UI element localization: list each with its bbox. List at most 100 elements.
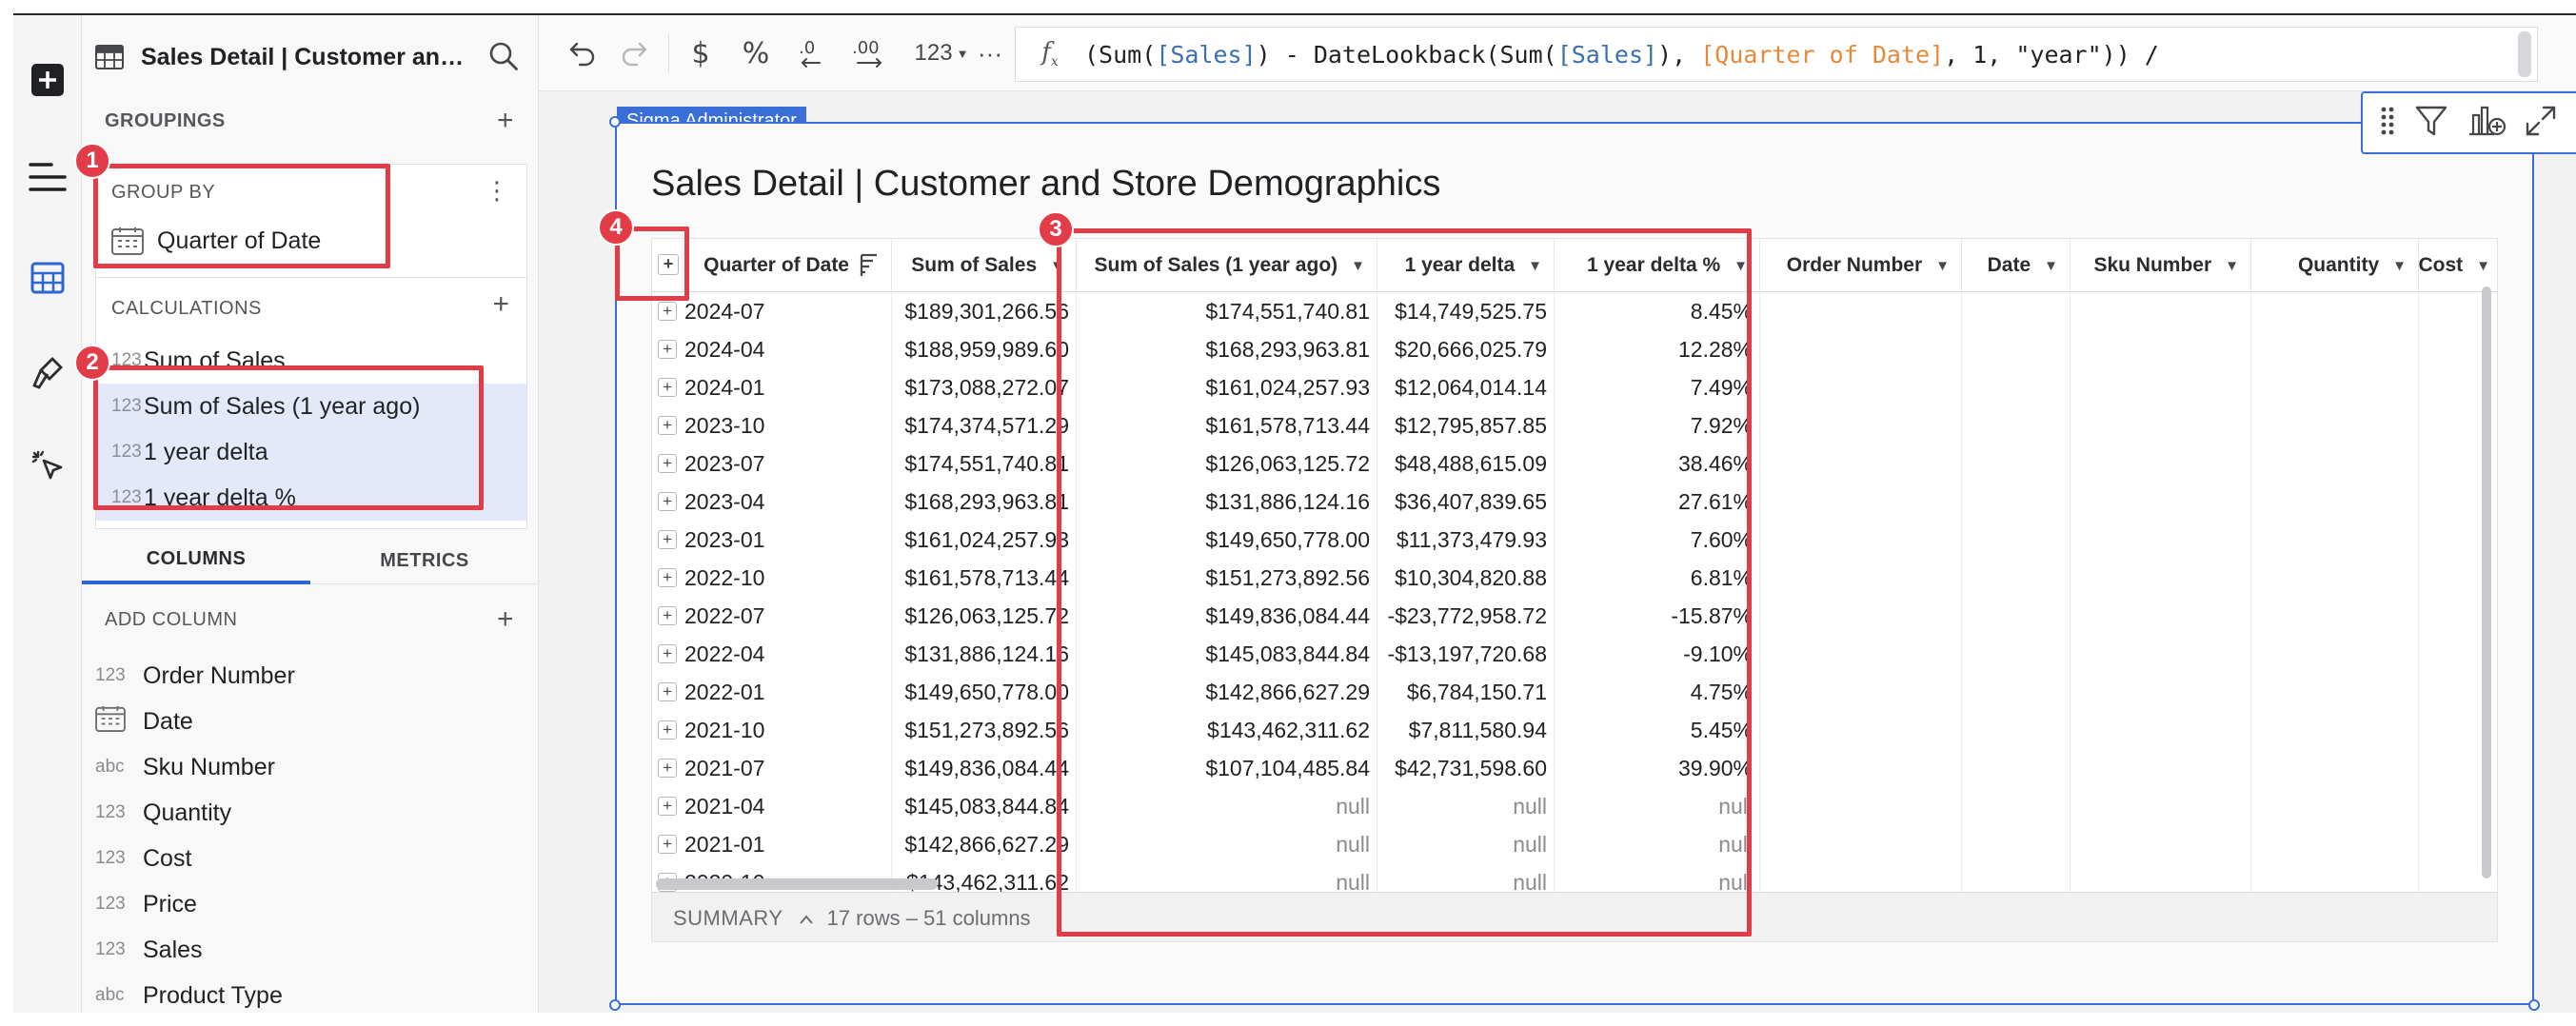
- drag-handle-icon[interactable]: [2379, 105, 2396, 142]
- more-format-options-icon[interactable]: ···: [973, 32, 1007, 74]
- column-item-order-number[interactable]: 123 Order Number: [95, 653, 514, 699]
- column-item-cost[interactable]: 123 Cost: [95, 836, 514, 881]
- expand-row-button[interactable]: +: [658, 416, 677, 435]
- expand-row-button[interactable]: +: [658, 378, 677, 397]
- table-cell[interactable]: $173,088,272.07: [892, 368, 1077, 406]
- column-item-sales[interactable]: 123 Sales: [95, 927, 514, 973]
- add-calculation-button[interactable]: +: [492, 290, 509, 319]
- table-cell[interactable]: $161,578,713.44: [892, 559, 1077, 597]
- expand-row-button[interactable]: +: [658, 797, 677, 816]
- table-cell[interactable]: $151,273,892.56: [892, 711, 1077, 749]
- chevron-up-icon[interactable]: [799, 906, 814, 931]
- column-item-quantity[interactable]: 123 Quantity: [95, 790, 514, 836]
- expand-row-button[interactable]: +: [658, 720, 677, 740]
- filter-icon[interactable]: [2414, 104, 2448, 143]
- number-format-dropdown[interactable]: 123 ▼: [908, 32, 975, 74]
- table-cell[interactable]: $131,886,124.16: [892, 635, 1077, 673]
- table-cell[interactable]: $145,083,844.84: [892, 787, 1077, 825]
- column-header[interactable]: Quantity ▼: [2251, 239, 2419, 292]
- expand-row-button[interactable]: +: [658, 568, 677, 587]
- formula-input[interactable]: (Sum([Sales]) - DateLookback(Sum([Sales]…: [1084, 41, 2159, 69]
- toolbar-divider: [668, 34, 669, 72]
- formula-scrollbar[interactable]: [2518, 31, 2531, 77]
- outline-menu-icon[interactable]: [23, 152, 72, 202]
- resize-handle[interactable]: [609, 999, 621, 1011]
- table-cell[interactable]: 2021-01: [684, 825, 892, 863]
- more-options-icon[interactable]: ⋮: [485, 178, 509, 203]
- table-cell[interactable]: 2022-01: [684, 673, 892, 711]
- actions-cursor-icon[interactable]: [23, 442, 72, 491]
- table-cell[interactable]: $174,551,740.81: [892, 444, 1077, 483]
- column-item-product-type[interactable]: abc Product Type: [95, 973, 514, 1013]
- column-header[interactable]: Cost ▼: [2418, 239, 2497, 292]
- column-header[interactable]: Order Number ▼: [1760, 239, 1962, 292]
- table-cell[interactable]: 2021-10: [684, 711, 892, 749]
- column-item-sku-number[interactable]: abc Sku Number: [95, 744, 514, 790]
- currency-format-button[interactable]: $: [682, 32, 720, 74]
- table-cell[interactable]: 2024-07: [684, 292, 892, 330]
- table-cell[interactable]: 2024-04: [684, 330, 892, 368]
- table-cell[interactable]: 2023-10: [684, 406, 892, 444]
- format-brush-icon[interactable]: [23, 348, 72, 398]
- table-cell[interactable]: $149,836,084.44: [892, 749, 1077, 787]
- resize-handle[interactable]: [609, 116, 621, 128]
- column-menu-chevron-icon[interactable]: ▼: [1935, 258, 1950, 274]
- table-cell[interactable]: $188,959,989.60: [892, 330, 1077, 368]
- redo-icon[interactable]: [615, 32, 653, 74]
- increase-decimals-icon[interactable]: .00: [845, 32, 899, 74]
- add-grouping-button[interactable]: +: [497, 107, 514, 135]
- expand-row-button[interactable]: +: [658, 759, 677, 778]
- add-column-button[interactable]: +: [497, 605, 514, 634]
- vertical-scrollbar[interactable]: [2482, 286, 2491, 878]
- table-cell[interactable]: 2022-10: [684, 559, 892, 597]
- table-cell[interactable]: $189,301,266.56: [892, 292, 1077, 330]
- expand-row-button[interactable]: +: [658, 340, 677, 359]
- tab-columns[interactable]: COLUMNS: [82, 537, 310, 584]
- add-chart-icon[interactable]: [2467, 104, 2507, 143]
- expand-row-button[interactable]: +: [658, 302, 677, 321]
- table-icon[interactable]: [23, 253, 72, 303]
- decrease-decimals-icon[interactable]: .0: [790, 32, 838, 74]
- column-header[interactable]: Sku Number ▼: [2071, 239, 2251, 292]
- undo-icon[interactable]: [564, 32, 602, 74]
- table-cell[interactable]: 2024-01: [684, 368, 892, 406]
- table-cell[interactable]: 2021-04: [684, 787, 892, 825]
- expand-row-button[interactable]: +: [658, 644, 677, 663]
- table-cell[interactable]: 2023-01: [684, 521, 892, 559]
- element-title[interactable]: Sales Detail | Customer and Store Demogr…: [651, 164, 1440, 205]
- column-menu-chevron-icon[interactable]: ▼: [2225, 258, 2239, 274]
- horizontal-scrollbar[interactable]: [656, 878, 938, 890]
- table-cell[interactable]: $161,024,257.93: [892, 521, 1077, 559]
- column-menu-chevron-icon[interactable]: ▼: [2392, 258, 2407, 274]
- table-cell[interactable]: $126,063,125.72: [892, 597, 1077, 635]
- table-cell[interactable]: $149,650,778.00: [892, 673, 1077, 711]
- sort-icon[interactable]: [859, 253, 880, 278]
- column-menu-chevron-icon[interactable]: ▼: [2044, 258, 2058, 274]
- column-item-date[interactable]: Date: [95, 699, 514, 744]
- table-cell[interactable]: 2023-04: [684, 483, 892, 521]
- table-cell[interactable]: 2021-07: [684, 749, 892, 787]
- expand-row-button[interactable]: +: [658, 606, 677, 625]
- column-menu-chevron-icon[interactable]: ▼: [2476, 258, 2490, 274]
- column-header[interactable]: Sum of Sales ▼: [892, 239, 1077, 292]
- table-cell[interactable]: 2022-04: [684, 635, 892, 673]
- resize-handle[interactable]: [2528, 999, 2540, 1011]
- table-cell[interactable]: $168,293,963.81: [892, 483, 1077, 521]
- tab-metrics[interactable]: METRICS: [310, 537, 539, 584]
- add-element-icon[interactable]: [23, 55, 72, 105]
- formula-bar[interactable]: fx (Sum([Sales]) - DateLookback(Sum([Sal…: [1015, 27, 2538, 82]
- table-cell[interactable]: 2023-07: [684, 444, 892, 483]
- expand-row-button[interactable]: +: [658, 454, 677, 473]
- expand-row-button[interactable]: +: [658, 530, 677, 549]
- expand-row-button[interactable]: +: [658, 835, 677, 854]
- column-header[interactable]: Date ▼: [1962, 239, 2071, 292]
- table-cell[interactable]: 2022-07: [684, 597, 892, 635]
- expand-row-button[interactable]: +: [658, 492, 677, 511]
- percent-format-button[interactable]: %: [735, 32, 777, 74]
- expand-row-button[interactable]: +: [658, 682, 677, 701]
- table-cell[interactable]: $174,374,571.29: [892, 406, 1077, 444]
- search-icon[interactable]: [487, 40, 520, 77]
- column-item-price[interactable]: 123 Price: [95, 881, 514, 927]
- expand-icon[interactable]: [2525, 105, 2557, 142]
- table-cell[interactable]: $142,866,627.29: [892, 825, 1077, 863]
